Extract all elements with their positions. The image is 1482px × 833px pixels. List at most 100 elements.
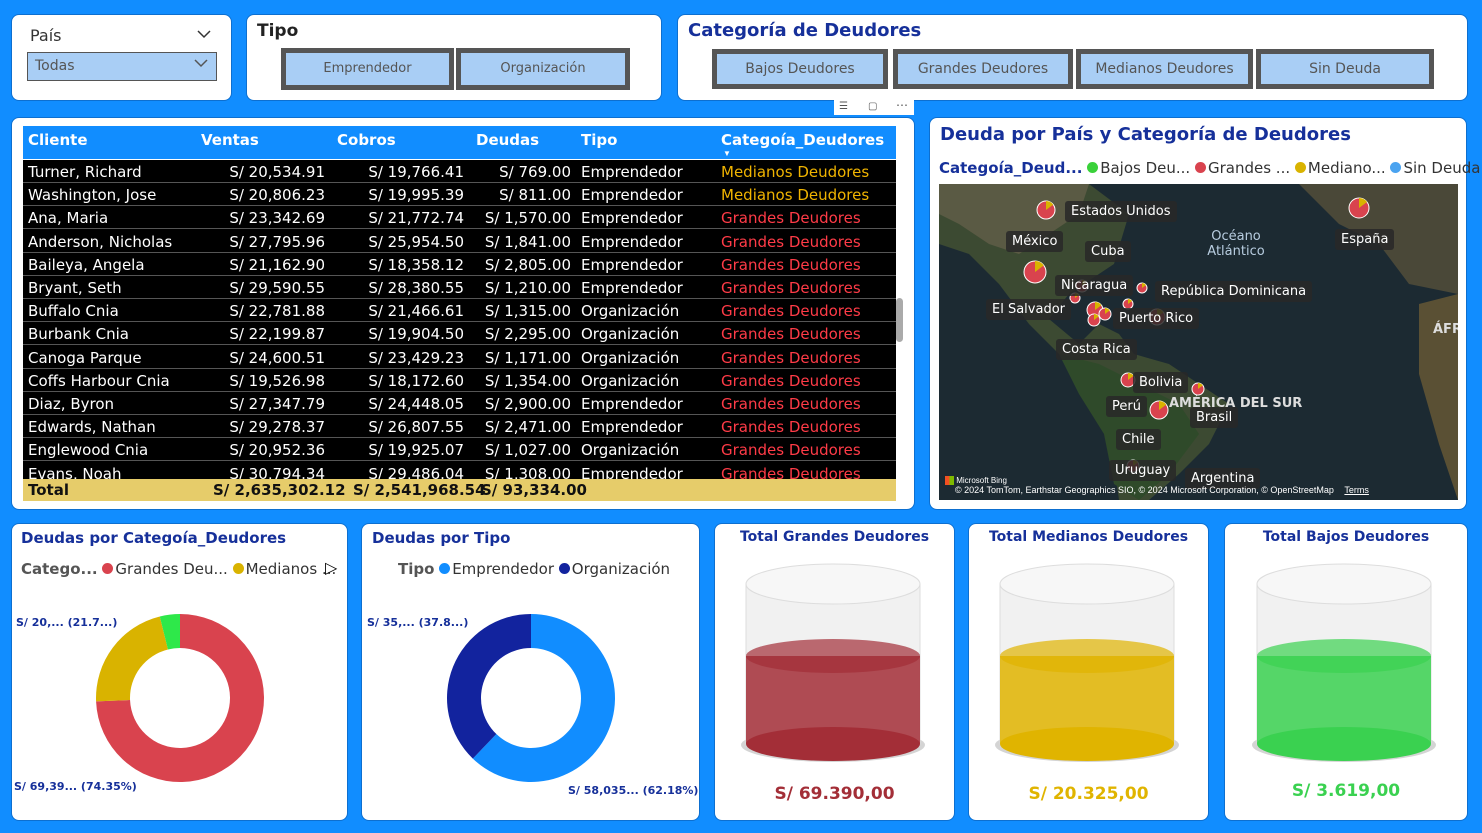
filter-icon[interactable]: ☰ <box>839 101 848 112</box>
table-cell: S/ 19,766.41 <box>368 163 464 181</box>
table-cell: Grandes Deudores <box>721 395 861 413</box>
table-cell: Emprendedor <box>581 163 683 181</box>
table-cell: Organización <box>581 348 680 367</box>
country-dropdown[interactable]: Todas <box>27 52 217 81</box>
chevron-down-icon <box>194 57 208 72</box>
table-scrollbar[interactable] <box>896 298 903 342</box>
table-cell: S/ 1,171.00 <box>484 348 571 367</box>
type-chip-organizacion[interactable]: Organización <box>456 48 630 90</box>
table-cell: Organización <box>581 302 680 321</box>
table-cell: S/ 23,429.23 <box>368 348 464 367</box>
table-row[interactable]: Turner, Richard S/ 20,534.91 S/ 19,766.41 S… <box>23 160 896 183</box>
donut-slice <box>96 616 168 702</box>
kpi-medianos-value: S/ 20.325,00 <box>1028 784 1149 804</box>
table-cell: S/ 22,781.88 <box>229 302 325 321</box>
table-cell: Organización <box>581 325 680 344</box>
table-cell: S/ 19,904.50 <box>368 325 464 344</box>
table-row[interactable]: Diaz, Byron S/ 27,347.79 S/ 24,448.05 S/ 2,… <box>23 392 896 415</box>
table-cell: S/ 20,806.23 <box>229 186 325 205</box>
table-cell: S/ 24,600.51 <box>229 348 325 367</box>
map-canvas[interactable]: Estados Unidos México Cuba Nicaragua Rep… <box>939 184 1458 500</box>
cylinder-top <box>1256 563 1432 605</box>
type-chip-emprendedor[interactable]: Emprendedor <box>281 48 454 90</box>
category-slicer-label: Categoría de Deudores <box>688 20 922 41</box>
table-cell: S/ 2,295.00 <box>484 325 571 344</box>
table-cell: Grandes Deudores <box>721 255 861 274</box>
clients-table: Cliente Ventas Cobros Deudas Tipo Catego… <box>11 117 915 510</box>
table-header: Cliente Ventas Cobros Deudas Tipo Catego… <box>23 126 896 159</box>
table-row[interactable]: Ana, Maria S/ 23,342.69 S/ 21,772.74 S/ 1,5… <box>23 206 896 230</box>
kpi-grandes-cylinder <box>741 563 925 762</box>
table-cell: S/ 27,795.96 <box>229 232 325 251</box>
legend-item[interactable]: Mediano... <box>1294 159 1386 177</box>
table-cell: S/ 769.00 <box>499 163 571 181</box>
map-attribution[interactable]: © 2024 TomTom, Earthstar Geographics SIO… <box>955 485 1369 495</box>
legend-item[interactable]: Emprendedor <box>439 560 554 578</box>
table-cell: S/ 18,172.60 <box>368 371 464 390</box>
legend-item[interactable]: Bajos Deu... <box>1087 159 1190 177</box>
table-cell: S/ 20,952.36 <box>229 441 325 460</box>
legend-next-icon[interactable]: ▷ <box>325 558 337 578</box>
map-label-costa-rica: Costa Rica <box>1056 339 1137 360</box>
table-cell: Emprendedor <box>581 279 683 297</box>
table-row[interactable]: Canoga Parque S/ 24,600.51 S/ 23,429.23 S/ … <box>23 346 896 369</box>
map-label-nicaragua: Nicaragua <box>1055 275 1134 296</box>
donut-categoria-legend: Catego... Grandes Deu... Medianos ... <box>21 560 337 578</box>
donut-categoria-label-b: S/ 69,39... (74.35%) <box>14 780 137 793</box>
table-cell: S/ 21,772.74 <box>368 209 464 228</box>
table-row[interactable]: Buffalo Cnia S/ 22,781.88 S/ 21,466.61 S/ 1… <box>23 299 896 323</box>
map-terms-link[interactable]: Terms <box>1344 485 1369 495</box>
kpi-grandes-title: Total Grandes Deudores <box>739 529 930 545</box>
table-cell: S/ 21,162.90 <box>229 255 325 274</box>
kpi-bajos-cylinder <box>1252 563 1436 762</box>
type-slicer-label: Tipo <box>257 21 299 41</box>
category-chip-medianos[interactable]: Medianos Deudores <box>1076 49 1253 89</box>
map-label-puerto-rico: Puerto Rico <box>1113 308 1200 329</box>
cylinder-top <box>999 563 1175 605</box>
col-cliente[interactable]: Cliente <box>28 131 88 149</box>
table-row[interactable]: Bryant, Seth S/ 29,590.55 S/ 28,380.55 S/ 1… <box>23 276 896 299</box>
legend-item[interactable]: Organización <box>558 560 670 578</box>
table-cell: Turner, Richard <box>28 163 142 181</box>
table-cell: Diaz, Byron <box>28 395 115 413</box>
table-row[interactable]: Burbank Cnia S/ 22,199.87 S/ 19,904.50 S/ 2… <box>23 322 896 346</box>
category-chip-grandes[interactable]: Grandes Deudores <box>893 49 1073 89</box>
legend-item[interactable]: Medianos ... <box>232 560 336 578</box>
table-cell: S/ 2,900.00 <box>484 395 571 413</box>
table-row[interactable]: Anderson, Nicholas S/ 27,795.96 S/ 25,954.… <box>23 230 896 253</box>
col-categoria[interactable]: Categoía_Deudores <box>721 131 884 149</box>
table-cell: Burbank Cnia <box>28 325 129 344</box>
table-row[interactable]: Edwards, Nathan S/ 29,278.37 S/ 26,807.55 S… <box>23 415 896 439</box>
col-cobros[interactable]: Cobros <box>337 131 396 149</box>
legend-item[interactable]: Grandes ... <box>1194 159 1290 177</box>
table-cell: S/ 1,841.00 <box>484 232 571 251</box>
category-chip-sin-deuda[interactable]: Sin Deuda <box>1256 49 1434 89</box>
col-ventas[interactable]: Ventas <box>201 131 259 149</box>
table-row[interactable]: Englewood Cnia S/ 20,952.36 S/ 19,925.07 S/… <box>23 438 896 462</box>
total-label: Total <box>28 481 69 499</box>
focus-mode-icon[interactable]: ▢ <box>868 101 877 112</box>
cylinder-liquid-bottom <box>1257 727 1431 761</box>
donut-slice <box>447 614 531 759</box>
table-cell: Grandes Deudores <box>721 348 861 367</box>
legend-item[interactable]: Sin Deuda <box>1390 159 1480 177</box>
cylinder-liquid-top <box>1257 639 1431 673</box>
col-deudas[interactable]: Deudas <box>476 131 539 149</box>
cylinder-liquid-top <box>746 639 920 673</box>
table-cell: S/ 22,199.87 <box>229 325 325 344</box>
category-chip-bajos[interactable]: Bajos Deudores <box>712 49 888 89</box>
table-row[interactable]: Washington, Jose S/ 20,806.23 S/ 19,995.39… <box>23 183 896 207</box>
table-cell: S/ 29,590.55 <box>229 279 325 297</box>
table-cell: Grandes Deudores <box>721 441 861 460</box>
chevron-down-icon[interactable] <box>197 27 211 42</box>
table-cell: S/ 28,380.55 <box>368 279 464 297</box>
table-cell: Emprendedor <box>581 209 683 228</box>
table-cell: Grandes Deudores <box>721 302 861 321</box>
table-row[interactable]: Baileya, Angela S/ 21,162.90 S/ 18,358.12 S… <box>23 253 896 276</box>
legend-item[interactable]: Grandes Deu... <box>102 560 228 578</box>
col-tipo[interactable]: Tipo <box>581 131 617 149</box>
table-row[interactable]: Coffs Harbour Cnia S/ 19,526.98 S/ 18,172.… <box>23 369 896 392</box>
table-cell: S/ 26,807.55 <box>368 418 464 437</box>
more-options-icon[interactable]: ⋯ <box>896 98 908 112</box>
table-cell: Grandes Deudores <box>721 232 861 251</box>
